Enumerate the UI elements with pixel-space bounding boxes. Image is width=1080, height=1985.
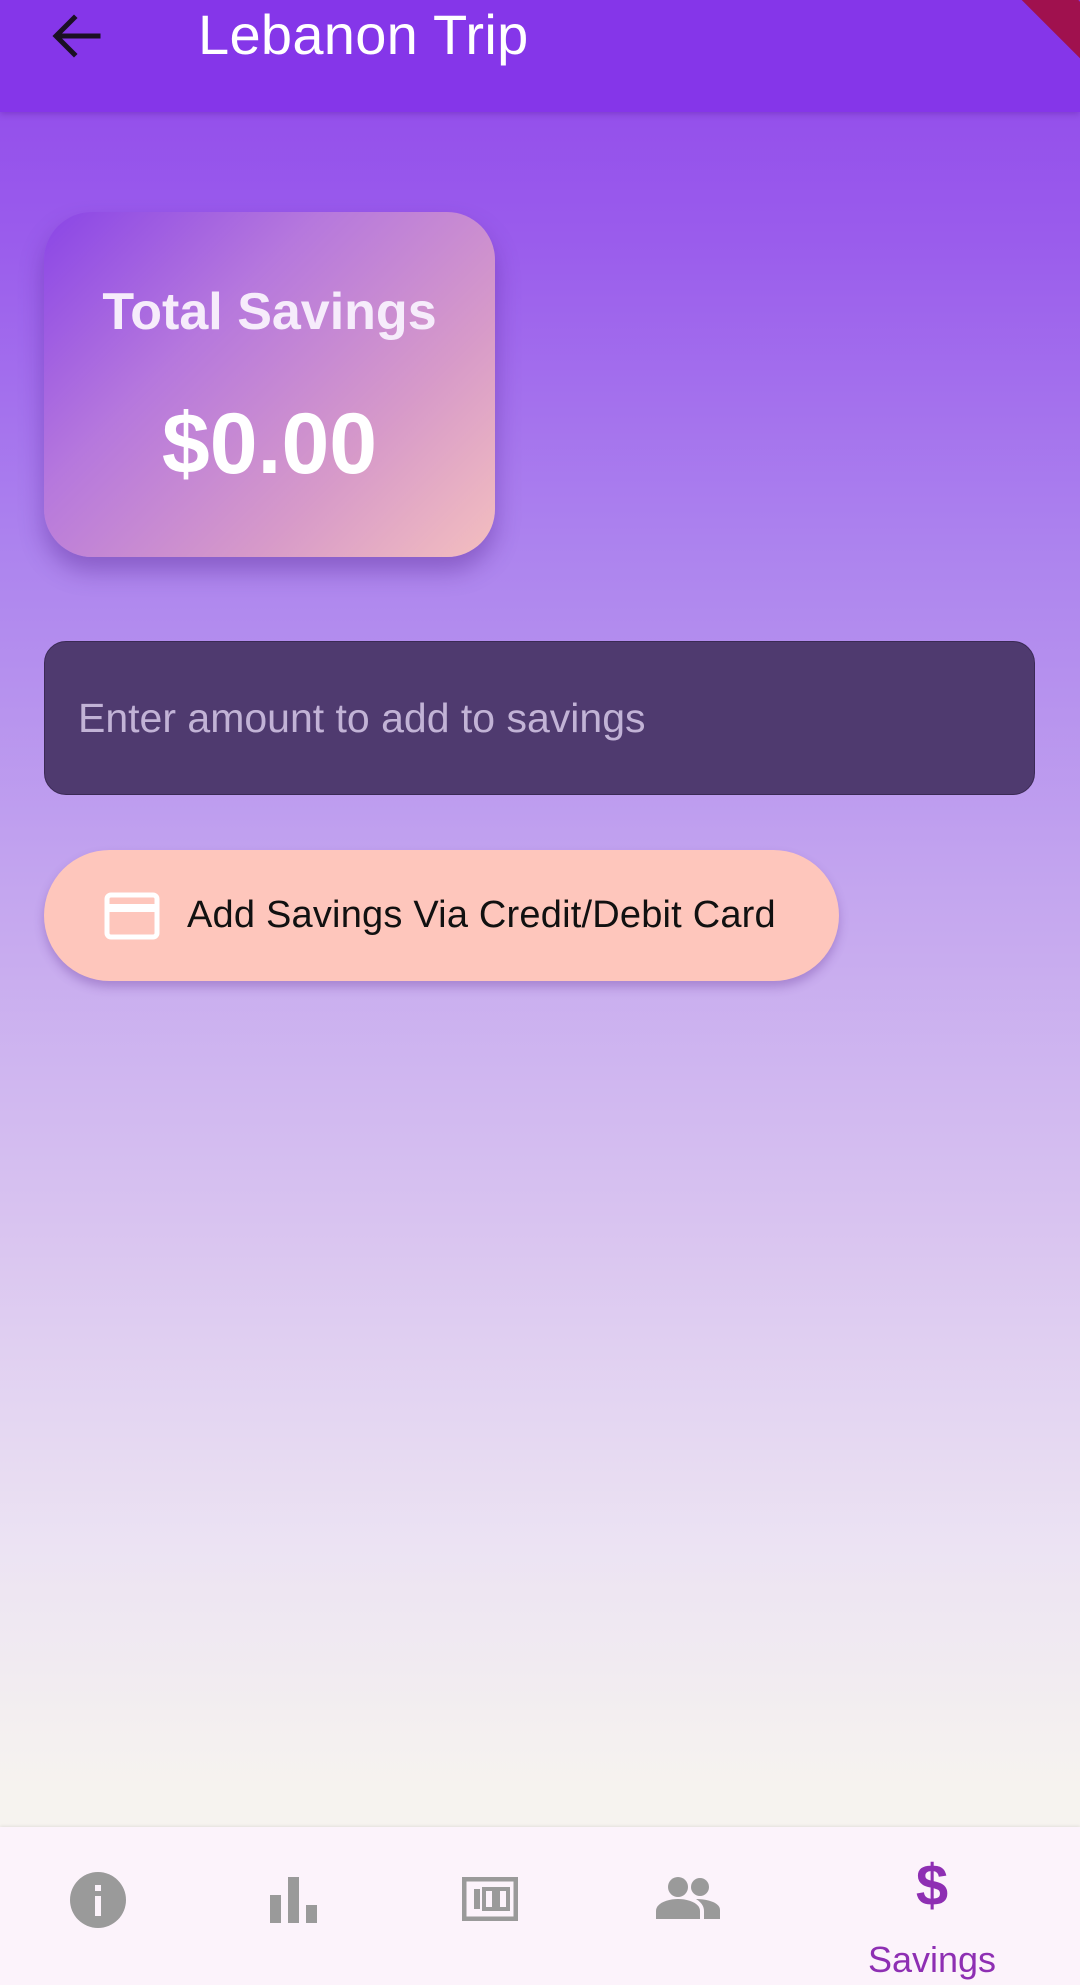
nav-label-savings: Savings xyxy=(867,1939,997,1980)
money-icon xyxy=(462,1877,518,1921)
bar-chart-icon xyxy=(270,1877,317,1923)
total-savings-amount: $0.00 xyxy=(161,396,378,492)
arrow-back-icon xyxy=(52,14,101,58)
dollar-icon: $ xyxy=(916,1855,948,1911)
savings-amount-input[interactable] xyxy=(44,641,1035,795)
credit-card-icon xyxy=(104,892,160,940)
total-savings-title: Total Savings xyxy=(102,283,437,341)
nav-item-savings[interactable]: $ Savings xyxy=(832,1827,1032,1985)
bottom-navigation: $ Savings xyxy=(0,1827,1080,1985)
people-icon xyxy=(656,1877,720,1919)
back-button[interactable] xyxy=(44,6,110,66)
add-savings-button-label: Add Savings Via Credit/Debit Card xyxy=(187,894,776,936)
debug-banner xyxy=(1020,0,1080,60)
nav-item-money[interactable] xyxy=(390,1827,590,1985)
nav-item-people[interactable] xyxy=(586,1827,786,1985)
nav-item-stats[interactable] xyxy=(196,1827,396,1985)
app-bar: Lebanon Trip xyxy=(0,0,1080,112)
total-savings-card: Total Savings $0.00 xyxy=(44,212,495,557)
add-savings-card-button[interactable]: Add Savings Via Credit/Debit Card xyxy=(44,850,839,981)
nav-item-info[interactable] xyxy=(0,1827,200,1985)
page-title: Lebanon Trip xyxy=(198,3,529,66)
info-icon xyxy=(70,1872,126,1928)
svg-text:$: $ xyxy=(916,1855,948,1911)
